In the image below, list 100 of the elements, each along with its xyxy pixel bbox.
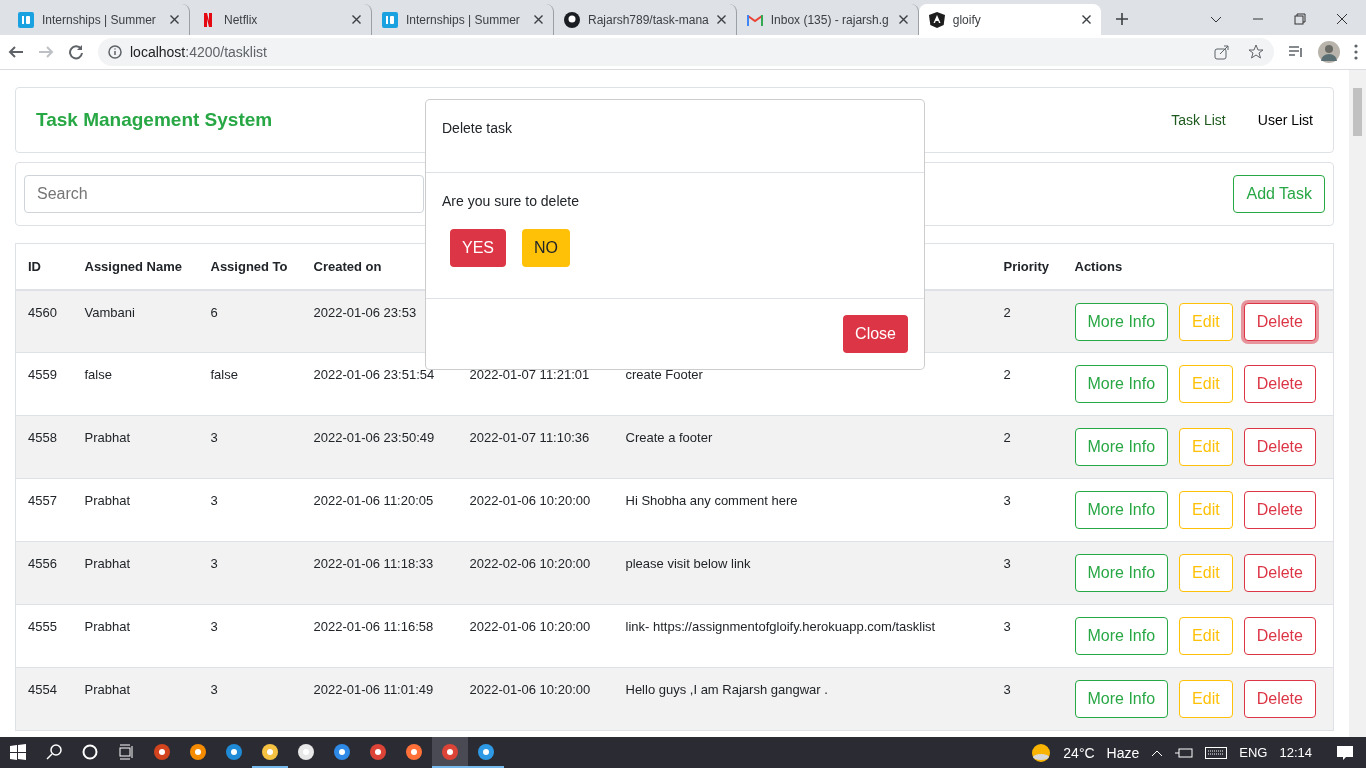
close-icon[interactable] (1081, 15, 1091, 24)
table-cell: 2022-01-07 11:21:01 (469, 367, 590, 382)
info-icon (108, 45, 122, 59)
no-button[interactable]: NO (522, 229, 570, 267)
delete-button[interactable]: Delete (1243, 554, 1316, 592)
site-logo-icon (382, 11, 398, 28)
more-info-button[interactable]: More Info (1074, 491, 1169, 529)
table-cell: 3 (1003, 556, 1011, 571)
table-cell: 2022-01-06 10:20:00 (469, 493, 591, 508)
restore-icon[interactable] (1294, 13, 1306, 25)
table-cell: Hi Shobha any comment here (625, 493, 798, 508)
table-cell: 2 (1003, 430, 1011, 445)
delete-button[interactable]: Delete (1243, 428, 1316, 466)
table-cell: 2022-01-06 23:50:49 (313, 430, 435, 445)
url-text: localhost:4200/tasklist (130, 44, 267, 60)
close-icon[interactable] (170, 15, 179, 24)
avatar-icon[interactable] (1318, 41, 1340, 63)
table-cell: 2022-02-06 10:20:00 (469, 556, 591, 571)
table-cell: 2022-01-06 11:16:58 (313, 619, 434, 634)
more-info-button[interactable]: More Info (1074, 365, 1169, 403)
close-icon[interactable] (534, 15, 543, 24)
more-info-button[interactable]: More Info (1074, 302, 1169, 341)
weather-icon (1031, 742, 1052, 763)
table-cell: Prabhat (84, 493, 131, 508)
table-cell: Hello guys ,I am Rajarsh gangwar . (625, 682, 828, 697)
table-cell: 3 (1003, 619, 1011, 634)
more-icon[interactable] (1354, 44, 1358, 60)
table-cell: 2022-01-07 11:10:36 (469, 430, 590, 445)
more-info-button[interactable]: More Info (1074, 617, 1169, 655)
table-cell: 2 (1003, 304, 1011, 320)
table-cell: false (210, 367, 238, 382)
brand-title: Task Management System (36, 109, 273, 131)
search-icon[interactable] (46, 743, 62, 760)
chevron-up-icon[interactable] (1151, 748, 1164, 757)
dialog-title: Delete task (442, 120, 513, 136)
new-tab-icon[interactable] (1114, 12, 1129, 26)
star-icon[interactable] (1248, 44, 1264, 60)
reload-icon[interactable] (68, 44, 84, 60)
column-header: Assigned Name (72, 243, 199, 290)
table-cell: 2 (1003, 367, 1011, 382)
table-cell: 3 (210, 430, 218, 445)
browser-tab[interactable]: gloify (918, 4, 1101, 35)
battery-icon[interactable] (1175, 746, 1194, 759)
delete-button[interactable]: Delete (1243, 365, 1316, 403)
table-cell: false (84, 367, 112, 382)
search-field[interactable]: Search (24, 175, 424, 213)
delete-button[interactable]: Delete (1243, 617, 1316, 655)
keyboard-icon[interactable] (1205, 746, 1228, 759)
delete-button[interactable]: Delete (1243, 302, 1316, 341)
add-task-button[interactable]: Add Task (1233, 175, 1325, 213)
table-cell: 3 (210, 619, 218, 634)
dialog-message: Are you sure to delete (442, 193, 580, 209)
delete-button[interactable]: Delete (1243, 491, 1316, 529)
temperature-text: 24°C (1063, 744, 1095, 761)
back-icon[interactable] (8, 44, 24, 60)
column-header: Assigned To (198, 243, 302, 290)
nav-link[interactable]: User List (1257, 112, 1313, 128)
clock-text[interactable]: 12:14 (1279, 745, 1312, 760)
more-info-button[interactable]: More Info (1074, 680, 1169, 718)
table-cell: Prabhat (84, 556, 131, 571)
close-icon[interactable] (352, 15, 361, 24)
share-icon[interactable] (1214, 44, 1230, 60)
table-cell: 3 (210, 556, 218, 571)
table-cell: Prabhat (84, 619, 131, 634)
column-header: Actions (1062, 243, 1334, 290)
table-cell: 2022-01-06 23:51:54 (313, 367, 435, 382)
table-cell: create Footer (625, 367, 703, 382)
table-cell: 3 (1003, 493, 1011, 508)
angular-logo-icon (928, 11, 945, 28)
table-cell: 2022-01-06 11:18:33 (313, 556, 434, 571)
close-icon[interactable] (1336, 13, 1348, 25)
table-cell: 4560 (28, 304, 57, 320)
table-cell: 4558 (28, 430, 57, 445)
more-info-button[interactable]: More Info (1074, 554, 1169, 592)
scrollbar[interactable] (1349, 70, 1366, 737)
close-button[interactable]: Close (843, 315, 908, 353)
address-bar[interactable]: localhost:4200/tasklist (98, 38, 1274, 66)
table-cell: 4555 (28, 619, 57, 634)
column-header: Priority (991, 243, 1063, 290)
task-view-icon[interactable] (118, 743, 134, 760)
close-icon[interactable] (716, 15, 726, 24)
table-cell: 2022-01-06 10:20:00 (469, 682, 591, 697)
mail-logo-icon (746, 13, 763, 26)
windows-start-icon[interactable] (10, 743, 26, 760)
more-info-button[interactable]: More Info (1074, 428, 1169, 466)
notification-icon[interactable] (1336, 744, 1354, 761)
close-icon[interactable] (898, 15, 908, 24)
media-queue-icon[interactable] (1288, 44, 1304, 60)
table-cell: 4559 (28, 367, 57, 382)
circle-icon[interactable] (82, 743, 98, 760)
language-indicator[interactable]: ENG (1239, 745, 1268, 760)
table-cell: Vambani (84, 304, 135, 320)
table-cell: 3 (210, 682, 218, 697)
table-cell: Create a footer (625, 430, 713, 445)
site-logo-icon (18, 11, 34, 28)
table-cell: 4557 (28, 493, 57, 508)
delete-button[interactable]: Delete (1243, 680, 1316, 718)
nav-link[interactable]: Task List (1171, 112, 1226, 128)
table-cell: Prabhat (84, 430, 131, 445)
yes-button[interactable]: YES (450, 229, 506, 267)
